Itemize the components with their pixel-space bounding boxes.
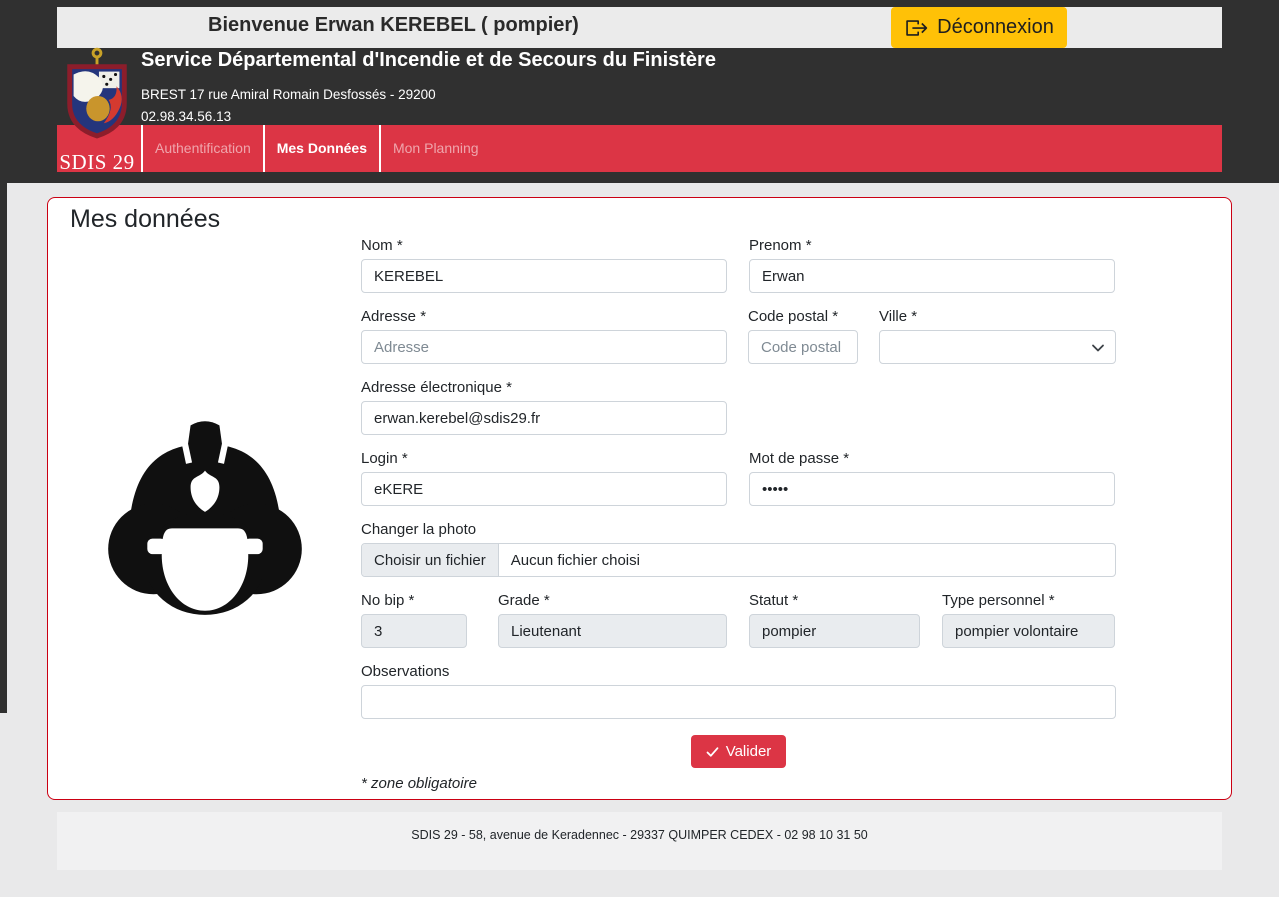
footer: SDIS 29 - 58, avenue de Keradennec - 293… bbox=[57, 812, 1222, 870]
mes-donnees-card: Mes données bbox=[47, 197, 1232, 800]
firefighter-helmet-icon bbox=[101, 413, 309, 619]
chevron-down-icon bbox=[1091, 341, 1105, 359]
sdis29-logo-label: SDIS 29 bbox=[59, 150, 134, 175]
statut-label: Statut * bbox=[749, 592, 920, 609]
nom-label: Nom * bbox=[361, 237, 727, 254]
email-label: Adresse électronique * bbox=[361, 379, 727, 396]
organization-name: Service Départemental d'Incendie et de S… bbox=[141, 49, 716, 72]
observations-label: Observations bbox=[361, 663, 1116, 680]
logout-button[interactable]: Déconnexion bbox=[891, 7, 1067, 48]
sdis29-logo[interactable]: SDIS 29 bbox=[57, 44, 137, 174]
sdis29-crest-icon bbox=[58, 44, 136, 149]
footer-address: SDIS 29 - 58, avenue de Keradennec - 293… bbox=[411, 828, 868, 842]
valider-label: Valider bbox=[726, 743, 772, 760]
code-postal-label: Code postal * bbox=[748, 308, 858, 325]
check-icon bbox=[706, 746, 719, 758]
nav-item-authentification[interactable]: Authentification bbox=[141, 125, 263, 172]
welcome-message: Bienvenue Erwan KEREBEL ( pompier) bbox=[208, 14, 579, 37]
observations-input[interactable] bbox=[361, 685, 1116, 719]
nav-item-mon-planning[interactable]: Mon Planning bbox=[379, 125, 491, 172]
nom-input[interactable] bbox=[361, 259, 727, 293]
ville-select[interactable] bbox=[879, 330, 1116, 364]
required-fields-note: * zone obligatoire bbox=[361, 775, 1116, 792]
prenom-input[interactable] bbox=[749, 259, 1115, 293]
no-bip-input bbox=[361, 614, 467, 648]
organization-address: BREST 17 rue Amiral Romain Desfossés - 2… bbox=[141, 87, 436, 102]
no-bip-label: No bip * bbox=[361, 592, 467, 609]
profile-form: Nom * Prenom * Adresse * Code postal * bbox=[361, 237, 1116, 792]
nav-item-mes-donnees[interactable]: Mes Données bbox=[263, 125, 379, 172]
email-input[interactable] bbox=[361, 401, 727, 435]
grade-label: Grade * bbox=[498, 592, 727, 609]
password-label: Mot de passe * bbox=[749, 450, 1115, 467]
photo-label: Changer la photo bbox=[361, 521, 1116, 538]
screen: Bienvenue Erwan KEREBEL ( pompier) Décon… bbox=[0, 0, 1279, 897]
adresse-label: Adresse * bbox=[361, 308, 727, 325]
adresse-input[interactable] bbox=[361, 330, 727, 364]
statut-input bbox=[749, 614, 920, 648]
main-nav: Authentification Mes Données Mon Plannin… bbox=[57, 125, 1222, 172]
ville-label: Ville * bbox=[879, 308, 1116, 325]
file-status-text: Aucun fichier choisi bbox=[499, 544, 652, 576]
organization-phone: 02.98.34.56.13 bbox=[141, 109, 231, 124]
left-edge-strip bbox=[0, 183, 7, 713]
page-title: Mes données bbox=[70, 205, 220, 234]
welcome-bar: Bienvenue Erwan KEREBEL ( pompier) Décon… bbox=[57, 7, 1222, 48]
grade-input bbox=[498, 614, 727, 648]
logout-icon bbox=[904, 16, 928, 40]
photo-file-input[interactable]: Choisir un fichier Aucun fichier choisi bbox=[361, 543, 1116, 577]
prenom-label: Prenom * bbox=[749, 237, 1115, 254]
type-personnel-input bbox=[942, 614, 1115, 648]
code-postal-input[interactable] bbox=[748, 330, 858, 364]
valider-button[interactable]: Valider bbox=[691, 735, 787, 768]
login-input[interactable] bbox=[361, 472, 727, 506]
logout-label: Déconnexion bbox=[937, 16, 1054, 39]
login-label: Login * bbox=[361, 450, 727, 467]
file-choose-button[interactable]: Choisir un fichier bbox=[362, 544, 499, 576]
type-personnel-label: Type personnel * bbox=[942, 592, 1115, 609]
password-input[interactable] bbox=[749, 472, 1115, 506]
